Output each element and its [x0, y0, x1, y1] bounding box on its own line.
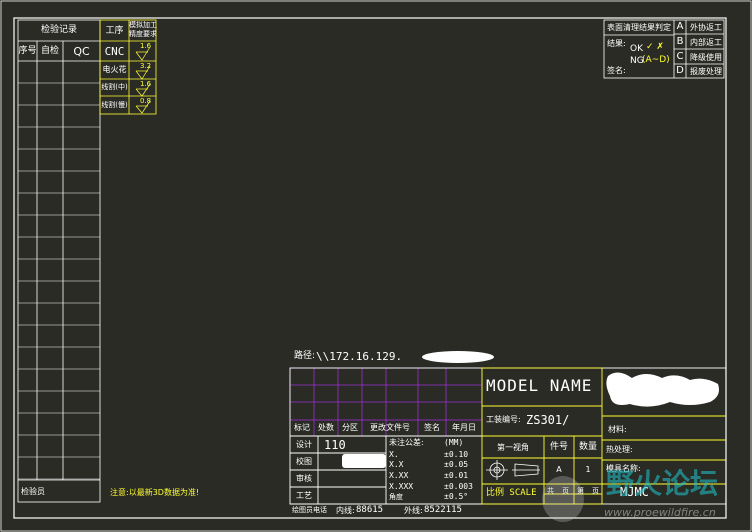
tolerance-value-1: ±0.05	[444, 460, 469, 469]
watermark-title: 野火论坛	[606, 467, 719, 500]
roughness-value-wire-mid: 1.6	[140, 80, 152, 88]
drawing-linework	[0, 0, 752, 532]
judgement-result-label: 结果:	[607, 39, 626, 48]
option-text-d: 报废处理	[690, 67, 722, 76]
path-value: \\172.16.129.	[316, 350, 403, 363]
drawing-note: 注意:以最新3D数据为准!	[110, 488, 200, 497]
process-row-wire-mid: 线割(中)	[101, 83, 128, 91]
tolerance-value-2: ±0.01	[444, 471, 469, 480]
model-name: MODEL NAME	[486, 376, 593, 395]
scale-label: 比例 SCALE	[486, 488, 537, 498]
tolerance-format-0: X.	[389, 450, 399, 459]
contact-label: 绘图员电话	[292, 506, 327, 514]
material-label: 材料:	[608, 425, 627, 434]
judgement-title: 表面清理结果判定	[607, 23, 671, 32]
option-letter-d: D	[676, 65, 684, 76]
process-row-cnc: CNC	[104, 45, 125, 58]
judgement-ok-marks: ✓ ✗	[646, 42, 664, 52]
quantity-value: 1	[585, 465, 591, 474]
process-row-wire-slow: 线割(慢)	[101, 101, 128, 109]
roughness-value-edm: 3.2	[140, 62, 152, 70]
tolerance-format-1: X.X	[389, 460, 404, 469]
approval-label-review: 审核	[296, 474, 312, 483]
projection-angle-label: 第一视角	[497, 443, 529, 452]
roughness-value-cnc: 1.6	[140, 42, 152, 50]
quantity-label: 数量	[578, 442, 597, 452]
revision-header-mark: 标记	[294, 423, 310, 432]
drawing-number-value: ZS301/	[526, 413, 570, 427]
approval-label-process: 工艺	[296, 491, 312, 500]
inspection-table-lines	[17, 19, 101, 503]
contact-internal-label: 内线:	[336, 506, 355, 515]
process-accuracy-title-2: 精度要求	[129, 30, 157, 38]
revision-header-sign: 签名	[424, 423, 440, 432]
contact-internal-value: 88615	[356, 505, 384, 515]
revision-header-date: 年月日	[452, 423, 476, 432]
path-label: 路径:	[294, 351, 316, 361]
watermark-url: www.proewildfire.cn	[604, 506, 716, 519]
judgement-sign-label: 签名:	[607, 66, 626, 75]
inspector-label: 检验员	[21, 487, 45, 496]
judgement-ok-label: OK	[630, 44, 643, 54]
tolerance-title: 未注公差:	[389, 438, 424, 447]
approval-value-design: 110	[324, 438, 346, 452]
tolerance-value-4: ±0.5°	[444, 492, 469, 501]
tolerance-unit: (MM)	[444, 438, 464, 447]
option-text-b: 内部返工	[690, 38, 722, 47]
tolerance-value-3: ±0.003	[444, 482, 473, 491]
inspection-title: 检验记录	[40, 25, 77, 35]
tolerance-format-2: X.XX	[389, 471, 409, 480]
part-number-value: A	[556, 465, 562, 474]
option-text-c: 降级使用	[690, 53, 722, 62]
process-accuracy-title-1: 模拟加工	[129, 21, 157, 29]
judgement-ng-value: (A~D)	[642, 55, 670, 65]
outer-sheet-border	[0, 0, 752, 532]
part-number-label: 件号	[549, 442, 568, 452]
contact-external-label: 外线:	[404, 506, 423, 515]
option-letter-b: B	[676, 36, 684, 47]
inspection-row-lines	[18, 82, 100, 480]
option-text-a: 外协返工	[690, 23, 722, 32]
option-letter-a: A	[676, 21, 684, 32]
revision-header-doc: 更改文件号	[370, 423, 410, 432]
inner-drawing-border	[13, 17, 727, 519]
revision-header-zone: 分区	[342, 423, 358, 432]
process-row-edm: 电火花	[102, 65, 127, 74]
heat-treatment-label: 热处理:	[606, 445, 633, 454]
cad-drawing-canvas[interactable]: { "colors": {"background":"#2b2b26","fra…	[0, 0, 752, 532]
first-angle-projection-icon	[486, 460, 540, 480]
roughness-value-wire-slow: 0.8	[140, 97, 152, 105]
watermark-logo-icon	[542, 476, 584, 522]
sheet-current-suffix: 页	[592, 487, 599, 495]
drawing-number-label: 工装编号:	[486, 415, 521, 424]
process-title: 工序	[105, 26, 124, 36]
tolerance-format-4: 角度	[389, 493, 403, 501]
inspection-header-self: 自检	[40, 46, 59, 56]
option-letter-c: C	[676, 51, 684, 62]
approval-label-check: 校图	[296, 457, 312, 466]
approval-label-design: 设计	[296, 440, 312, 449]
contact-external-value: 8522115	[424, 505, 462, 515]
revision-header-count: 处数	[318, 423, 334, 432]
tolerance-format-3: X.XXX	[389, 482, 414, 491]
tolerance-value-0: ±0.10	[444, 450, 469, 459]
inspection-header-qc: QC	[73, 45, 90, 58]
inspection-header-seq: 序号	[18, 46, 37, 56]
